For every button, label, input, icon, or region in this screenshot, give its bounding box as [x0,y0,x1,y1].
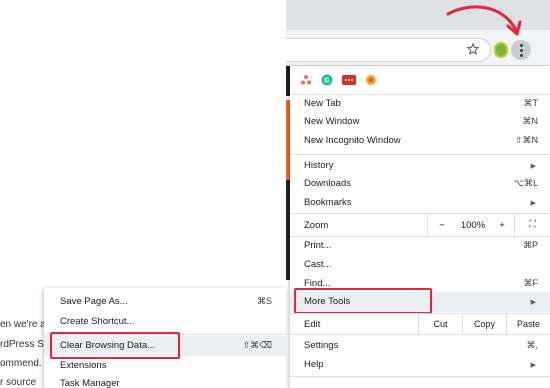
menu-item-label: Create Shortcut... [60,316,135,327]
menu-item-shortcut: ⌘P [522,240,538,250]
red-extension-icon[interactable] [342,74,356,86]
menu-item-label: Task Manager [60,378,120,388]
submenu-item-extensions[interactable]: Extensions [44,356,286,375]
cut-button[interactable]: Cut [418,314,462,334]
fullscreen-icon[interactable]: ⛶ [514,214,550,236]
menu-item-shortcut: ⌘, [526,340,538,350]
copy-button[interactable]: Copy [462,314,506,334]
annotation-highlight-box [50,332,180,359]
grammarly-icon[interactable]: G [321,74,333,86]
menu-item-help[interactable]: Help ▶ [290,355,550,374]
menu-item-label: Edit [304,318,321,330]
menu-item-label: Bookmarks [304,197,352,208]
background-text: rdPress SE [0,339,51,350]
background-text: en we're a [0,319,46,330]
extension-icons-row: G [300,72,377,88]
annotation-highlight-box [294,288,432,314]
submenu-item-save-page-as[interactable]: Save Page As... ⌘S [44,292,286,311]
submenu-item-create-shortcut[interactable]: Create Shortcut... [44,312,286,331]
menu-item-new-incognito-window[interactable]: New Incognito Window ⇧⌘N [290,131,550,150]
menu-item-shortcut: ⇧⌘N [514,135,538,145]
chevron-right-icon: ▶ [530,199,536,207]
menu-item-label: New Tab [304,98,341,109]
asana-icon[interactable] [300,74,312,86]
menu-divider [290,154,550,155]
background-text: ommend. [0,358,42,369]
gear-extension-icon[interactable] [365,74,377,86]
menu-item-label: New Incognito Window [304,135,401,146]
menu-item-label: Save Page As... [60,296,128,307]
menu-item-label: History [304,160,334,171]
star-icon[interactable] [466,42,480,56]
menu-item-zoom: Zoom − 100% + ⛶ [290,214,550,236]
chrome-main-menu: G New Tab ⌘T New Window ⌘N New Incognito… [290,66,550,388]
zoom-out-button[interactable]: − [428,220,456,231]
menu-item-edit: Edit Cut Copy Paste [290,314,550,334]
menu-item-label: Downloads [304,178,351,189]
zoom-in-button[interactable]: + [490,220,514,231]
menu-item-shortcut: ⇧⌘⌫ [242,340,272,350]
menu-divider [290,334,550,335]
submenu-item-task-manager[interactable]: Task Manager [44,374,286,388]
background-text: r source [0,377,37,388]
menu-item-new-window[interactable]: New Window ⌘N [290,112,550,131]
menu-item-shortcut: ⌘T [523,98,539,108]
menu-divider [290,376,550,377]
annotation-arrow [446,5,522,36]
menu-item-label: Settings [304,340,339,351]
menu-item-downloads[interactable]: Downloads ⌥⌘L [290,174,550,193]
menu-item-label: Cast... [304,259,332,270]
menu-item-shortcut: ⌘S [256,296,272,306]
menu-item-label: Extensions [60,360,107,371]
zoom-controls: − 100% + ⛶ [427,214,550,236]
more-tools-submenu: Save Page As... ⌘S Create Shortcut... Cl… [44,288,286,388]
menu-item-shortcut: ⌘N [522,116,539,126]
menu-item-label: New Window [304,116,360,127]
chevron-right-icon: ▶ [530,361,536,369]
paste-button[interactable]: Paste [506,314,550,334]
menu-item-print[interactable]: Print... ⌘P [290,236,550,255]
menu-item-shortcut: ⌥⌘L [513,178,538,188]
menu-item-new-tab[interactable]: New Tab ⌘T [290,94,550,113]
evernote-extension-icon[interactable] [494,42,508,58]
svg-text:G: G [324,78,330,85]
menu-item-label: Print... [304,240,332,251]
menu-item-cast[interactable]: Cast... [290,255,550,274]
menu-item-label: Zoom [304,219,329,231]
chevron-right-icon: ▶ [530,162,536,170]
chevron-right-icon: ▶ [530,298,536,306]
menu-item-settings[interactable]: Settings ⌘, [290,336,550,355]
menu-item-shortcut: ⌘F [523,278,539,288]
zoom-level: 100% [460,219,486,231]
menu-item-label: Help [304,359,324,370]
menu-item-bookmarks[interactable]: Bookmarks ▶ [290,193,550,212]
menu-item-history[interactable]: History ▶ [290,156,550,175]
